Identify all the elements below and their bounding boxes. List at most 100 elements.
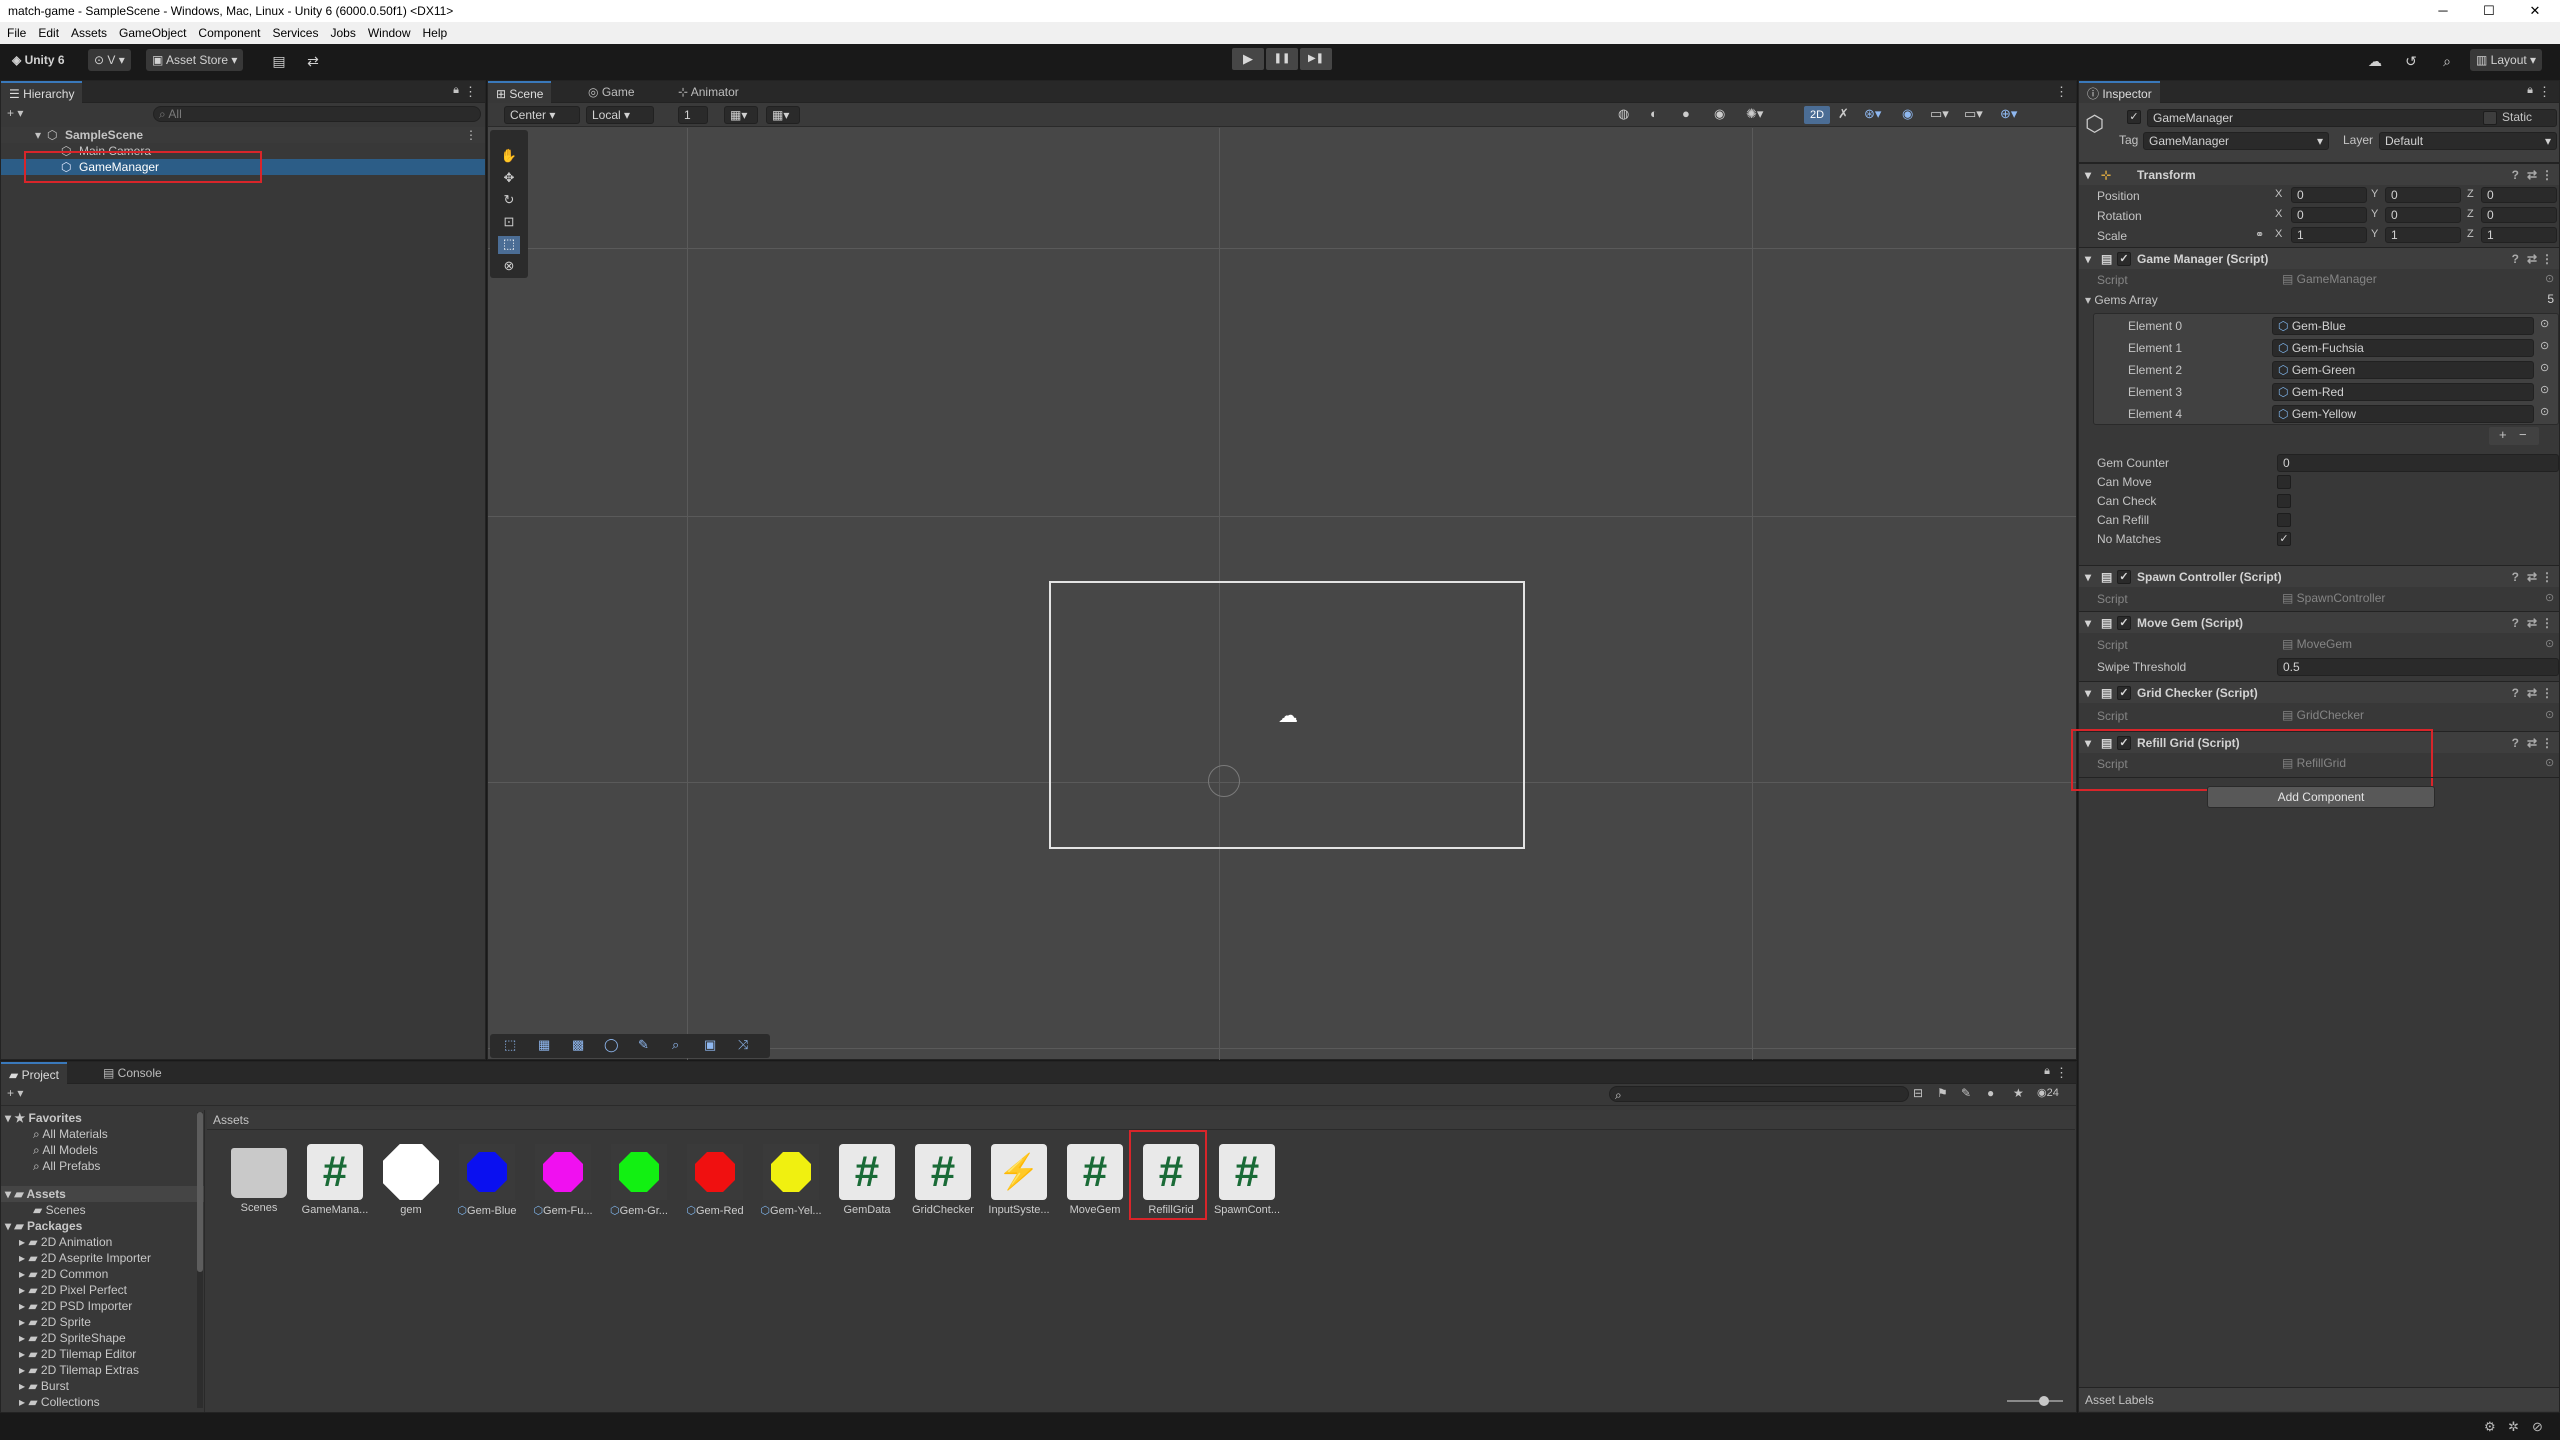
version-control-button[interactable]: ⊙ V ▾ (88, 49, 131, 71)
create-asset-button[interactable]: + ▾ (7, 1086, 23, 1100)
object-picker-icon[interactable]: ⊙ (2540, 339, 2549, 352)
package-item[interactable]: ▸ ▰ Collections (1, 1394, 204, 1410)
lock-icon[interactable]: 🔒︎ (2527, 84, 2533, 97)
menu-services[interactable]: Services (267, 22, 323, 44)
package-item[interactable]: ▸ ▰ 2D Sprite (1, 1314, 204, 1330)
foldout-icon[interactable]: ▾ (2085, 566, 2091, 588)
foldout-icon[interactable]: ▾ (2085, 612, 2091, 634)
camera-icon[interactable]: ⊛▾ (1864, 106, 1890, 124)
gem-counter-input[interactable]: 0 (2277, 454, 2559, 472)
menu-assets[interactable]: Assets (66, 22, 112, 44)
hierarchy-search-input[interactable]: ⌕ All (153, 106, 481, 122)
move-gem-header[interactable]: ▾ ▤ ✓ Move Gem (Script) ? ⇄ ⋮ (2079, 611, 2559, 633)
object-picker-icon[interactable]: ⊙ (2545, 756, 2554, 769)
asset-item[interactable]: # SpawnCont... (1211, 1144, 1283, 1234)
package-item[interactable]: ▸ ▰ 2D Tilemap Extras (1, 1362, 204, 1378)
maximize-button[interactable]: ☐ (2466, 0, 2512, 22)
grid-snap-button[interactable]: ▦▾ (724, 106, 758, 124)
object-picker-icon[interactable]: ⊙ (2540, 383, 2549, 396)
scale-y[interactable]: 1 (2385, 227, 2461, 243)
menu-window[interactable]: Window (363, 22, 416, 44)
gamemanager-component-header[interactable]: ▾ ▤ ✓ Game Manager (Script) ? ⇄ ⋮ (2079, 247, 2559, 269)
can-refill-checkbox[interactable] (2277, 513, 2291, 527)
asset-labels-bar[interactable]: Asset Labels (2079, 1387, 2559, 1411)
transform-tool-icon[interactable]: ⊗ (498, 258, 520, 276)
scene-viewport[interactable]: ☁ ✋ ✥ ↻ ⊡ ⬚ ⊗ ⬚ ▦ ▩ ◯ ✎ ⌕ ▣ ⤨ (488, 128, 2076, 1060)
package-item[interactable]: ▸ ▰ 2D Aseprite Importer (1, 1250, 204, 1266)
circle-tool-icon[interactable]: ◯ (604, 1037, 619, 1053)
asset-store-button[interactable]: ▣ Asset Store ▾ (146, 49, 244, 71)
layout-dropdown[interactable]: ▥ Layout ▾ (2470, 49, 2543, 71)
tab-inspector[interactable]: ⓘ Inspector (2079, 81, 2160, 103)
preset-icon[interactable]: ⇄ (2527, 732, 2537, 754)
favorites-foldout[interactable]: ▾ ★ Favorites (1, 1110, 204, 1126)
element-0-field[interactable]: ⬡ Gem-Blue (2272, 317, 2534, 335)
object-picker-icon[interactable]: ⊙ (2540, 405, 2549, 418)
hand-tool-icon[interactable]: ✋ (498, 148, 520, 166)
mode-2d-button[interactable]: 2D (1804, 106, 1830, 124)
asset-item[interactable]: # MoveGem (1059, 1144, 1131, 1234)
audio-icon[interactable]: ✗ (1838, 106, 1856, 124)
help-icon[interactable]: ? (2512, 566, 2519, 588)
rotation-x[interactable]: 0 (2291, 207, 2367, 223)
wireframe-icon[interactable]: ◉ (1714, 106, 1732, 124)
settings-icon[interactable]: ⊘ (2532, 1419, 2543, 1435)
menu-jobs[interactable]: Jobs (325, 22, 360, 44)
lock-icon[interactable]: 🔒︎ (2044, 1065, 2050, 1078)
scenes-folder[interactable]: ▰ Scenes (1, 1202, 204, 1218)
component-menu-icon[interactable]: ⋮ (2541, 566, 2553, 588)
pin-icon[interactable]: ✎ (1961, 1086, 1971, 1100)
close-button[interactable]: ✕ (2512, 0, 2558, 22)
object-picker-icon[interactable]: ⊙ (2545, 591, 2554, 604)
object-picker-icon[interactable]: ⊙ (2545, 637, 2554, 650)
move-tool-icon[interactable]: ✥ (498, 170, 520, 188)
tab-hierarchy[interactable]: ☰ Hierarchy (1, 81, 83, 103)
remove-element-button[interactable]: − (2519, 427, 2527, 442)
help-icon[interactable]: ? (2512, 682, 2519, 704)
asset-item[interactable]: # GridChecker (907, 1144, 979, 1234)
favorite-item[interactable]: ⌕ All Materials (1, 1126, 204, 1142)
position-y[interactable]: 0 (2385, 187, 2461, 203)
rect-tool-icon[interactable]: ⬚ (504, 1037, 516, 1053)
grid-checker-header[interactable]: ▾ ▤ ✓ Grid Checker (Script) ? ⇄ ⋮ (2079, 681, 2559, 703)
preset-icon[interactable]: ⇄ (2527, 248, 2537, 270)
more-icon[interactable]: ⋮ (464, 84, 477, 100)
hidden-count[interactable]: ◉24 (2037, 1086, 2059, 1099)
paint-icon[interactable]: ✎ (638, 1037, 649, 1053)
component-menu-icon[interactable]: ⋮ (2541, 682, 2553, 704)
cloud-icon[interactable]: ☁ (2366, 52, 2384, 70)
step-button[interactable]: ▶❚ (1300, 48, 1332, 70)
favorite-item[interactable]: ⌕ All Models (1, 1142, 204, 1158)
can-move-checkbox[interactable] (2277, 475, 2291, 489)
help-icon[interactable]: ? (2512, 732, 2519, 754)
space-dropdown[interactable]: Local ▾ (586, 106, 654, 124)
snap-value-input[interactable]: 1 (678, 106, 708, 124)
foldout-icon[interactable]: ▾ (2085, 682, 2091, 704)
element-4-field[interactable]: ⬡ Gem-Yellow (2272, 405, 2534, 423)
zoom-slider[interactable] (2007, 1396, 2063, 1406)
component-menu-icon[interactable]: ⋮ (2541, 248, 2553, 270)
asset-item[interactable]: ⬡Gem-Yel... (755, 1144, 827, 1234)
pivot-dropdown[interactable]: Center ▾ (504, 106, 580, 124)
gizmos-icon[interactable]: ⊕▾ (2000, 106, 2030, 124)
package-item[interactable]: ▸ ▰ 2D PSD Importer (1, 1298, 204, 1314)
can-check-checkbox[interactable] (2277, 494, 2291, 508)
menu-file[interactable]: File (2, 22, 31, 44)
gems-array-size[interactable]: 5 (2471, 291, 2559, 309)
zoom-slider-handle[interactable] (2039, 1396, 2049, 1406)
static-checkbox[interactable] (2483, 111, 2497, 125)
asset-item[interactable]: ⬡Gem-Red (679, 1144, 751, 1234)
progress-icon[interactable]: ⚙ (2484, 1419, 2496, 1435)
enabled-checkbox[interactable]: ✓ (2117, 252, 2131, 266)
layer-dropdown[interactable]: Default ▾ (2379, 132, 2557, 150)
history-icon[interactable]: ↺ (2402, 52, 2420, 70)
menu-edit[interactable]: Edit (33, 22, 64, 44)
more-icon[interactable]: ⋮ (2055, 84, 2068, 100)
warning-icon[interactable]: ● (1987, 1086, 1994, 1100)
rotation-z[interactable]: 0 (2481, 207, 2557, 223)
help-icon[interactable]: ? (2512, 164, 2519, 186)
no-matches-checkbox[interactable]: ✓ (2277, 532, 2291, 546)
asset-item[interactable]: ⬡Gem-Gr... (603, 1144, 675, 1234)
cloud-sync-icon[interactable]: ⇄ (304, 52, 322, 70)
tab-project[interactable]: ▰ Project (1, 1062, 67, 1084)
